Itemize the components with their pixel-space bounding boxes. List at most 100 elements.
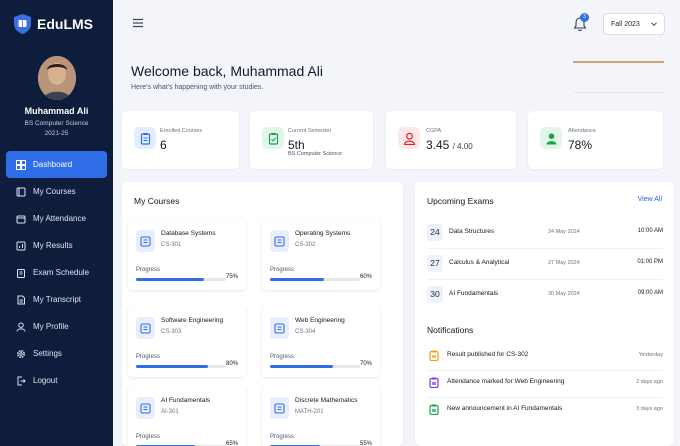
sidebar-item-label: Exam Schedule: [33, 268, 90, 277]
sidebar-item-label: My Results: [33, 241, 73, 250]
course-card[interactable]: Database Systems CS-301 Progress 75%: [128, 218, 246, 290]
stat-icon-wrap: [134, 127, 156, 149]
sidebar-item-label: My Transcript: [33, 295, 82, 304]
stat-card-current-semester[interactable]: Current Semester 5th BS Computer Science: [250, 111, 373, 169]
exam-name: Calculus & Analytical: [449, 259, 510, 266]
exam-time: 01:00 PM: [637, 259, 663, 265]
avatar[interactable]: [38, 56, 76, 100]
decorative-divider: [573, 61, 664, 63]
notification-badge: 3: [580, 13, 589, 22]
course-code: AI-301: [161, 409, 179, 415]
gear-icon: [16, 349, 26, 358]
notification-item[interactable]: Result published for CS-302 Yesterday: [427, 348, 663, 366]
progress-label: Progress: [270, 434, 295, 440]
notification-icon: [429, 350, 439, 361]
progress-bar: [270, 365, 360, 368]
course-icon: [140, 402, 151, 414]
course-card[interactable]: Operating Systems CS-302 Progress 60%: [262, 218, 380, 290]
notification-text: Attendance marked for Web Engineering: [447, 378, 565, 385]
exam-row[interactable]: 27 Calculus & Analytical 27 May 2024 01:00 …: [427, 252, 663, 276]
sidebar-item-label: Logout: [33, 376, 58, 385]
progress-fill: [136, 365, 208, 368]
stat-label: Attendance: [568, 128, 596, 134]
sidebar-item-dashboard[interactable]: Dashboard: [6, 151, 107, 178]
exam-day-badge: 30: [427, 286, 443, 303]
stat-suffix: / 4.00: [452, 142, 473, 151]
progress-label: Progress: [136, 434, 161, 440]
progress-percent: 55%: [359, 441, 372, 446]
course-card[interactable]: Web Engineering CS-304 Progress 70%: [262, 305, 380, 377]
exam-name: AI Fundamentals: [449, 290, 499, 297]
progress-bar: [136, 278, 226, 281]
exam-name: Data Structures: [449, 228, 495, 235]
stat-card-cgpa[interactable]: CGPA 3.45 / 4.00: [386, 111, 516, 169]
sidebar-item-my-transcript[interactable]: My Transcript: [6, 286, 107, 313]
sidebar-nav: Dashboard My Courses My Attendance My Re…: [6, 151, 107, 394]
user-icon: [403, 132, 415, 145]
course-card[interactable]: AI Fundamentals AI-301 Progress 65%: [128, 385, 246, 446]
view-all-link[interactable]: View All: [638, 196, 662, 203]
notification-item[interactable]: New announcement in AI Fundamentals 3 day…: [427, 402, 663, 420]
stat-value: 6: [160, 138, 167, 152]
stat-label: Current Semester: [288, 128, 332, 134]
clipboard-check-icon: [268, 132, 278, 145]
divider: [427, 370, 663, 371]
stat-icon-wrap: [540, 127, 562, 149]
course-card[interactable]: Discrete Mathematics MATH-201 Progress 55%: [262, 385, 380, 446]
course-icon: [140, 235, 151, 247]
brand-name: EduLMS: [37, 16, 93, 32]
sidebar-item-my-results[interactable]: My Results: [6, 232, 107, 259]
progress-percent: 60%: [359, 274, 372, 280]
course-code: CS-303: [161, 329, 182, 335]
progress-percent: 70%: [359, 361, 372, 367]
sidebar-item-my-attendance[interactable]: My Attendance: [6, 205, 107, 232]
sidebar-item-my-courses[interactable]: My Courses: [6, 178, 107, 205]
shield-book-icon: [14, 14, 31, 34]
notification-item[interactable]: Attendance marked for Web Engineering 2 d…: [427, 375, 663, 393]
exam-date: 24 May 2024: [548, 229, 580, 235]
logout-icon: [17, 376, 26, 385]
progress-fill: [270, 278, 324, 281]
stat-card-attendance[interactable]: Attendance 78%: [528, 111, 663, 169]
course-icon: [140, 322, 151, 334]
course-name: Web Engineering: [295, 317, 345, 324]
sidebar-item-label: My Attendance: [33, 214, 86, 223]
notification-icon: [429, 404, 439, 415]
sidebar-item-my-profile[interactable]: My Profile: [6, 313, 107, 340]
progress-fill: [136, 278, 204, 281]
sidebar-item-exam-schedule[interactable]: Exam Schedule: [6, 259, 107, 286]
sidebar-item-settings[interactable]: Settings: [6, 340, 107, 367]
stat-value-group: 3.45 / 4.00: [426, 138, 473, 152]
course-code: CS-304: [295, 329, 316, 335]
brand[interactable]: EduLMS: [14, 14, 93, 34]
sidebar-item-label: Settings: [33, 349, 62, 358]
exam-row[interactable]: 30 AI Fundamentals 30 May 2024 09:00 AM: [427, 283, 663, 307]
progress-percent: 80%: [225, 361, 238, 367]
semester-select[interactable]: Fall 2023: [603, 13, 665, 35]
exam-row[interactable]: 24 Data Structures 24 May 2024 10:00 AM: [427, 221, 663, 245]
stat-value: 78%: [568, 138, 593, 152]
chart-icon: [16, 241, 26, 250]
sidebar-item-logout[interactable]: Logout: [6, 367, 107, 394]
sidebar: EduLMS Muhammad Ali BS Computer Science …: [0, 0, 113, 446]
course-code: CS-302: [295, 242, 316, 248]
course-name: Discrete Mathematics: [295, 397, 358, 404]
menu-icon[interactable]: [133, 18, 143, 28]
progress-label: Progress: [136, 354, 161, 360]
user-name: Muhammad Ali: [24, 106, 89, 116]
course-icon-wrap: [270, 317, 289, 339]
progress-label: Progress: [270, 354, 295, 360]
progress-label: Progress: [270, 267, 295, 273]
chevron-down-icon: [651, 22, 657, 27]
notification-time: Yesterday: [638, 352, 663, 358]
exam-day-badge: 24: [427, 224, 443, 241]
exam-day-badge: 27: [427, 255, 443, 272]
stat-card-enrolled-courses[interactable]: Enrolled Courses 6: [122, 111, 239, 169]
clipboard-icon: [140, 132, 150, 145]
course-name: Operating Systems: [295, 230, 351, 237]
stat-icon-wrap: [262, 127, 284, 149]
progress-fill: [270, 365, 333, 368]
decorative-divider: [573, 92, 664, 93]
semester-value: Fall 2023: [611, 20, 640, 28]
course-card[interactable]: Software Engineering CS-303 Progress 80%: [128, 305, 246, 377]
